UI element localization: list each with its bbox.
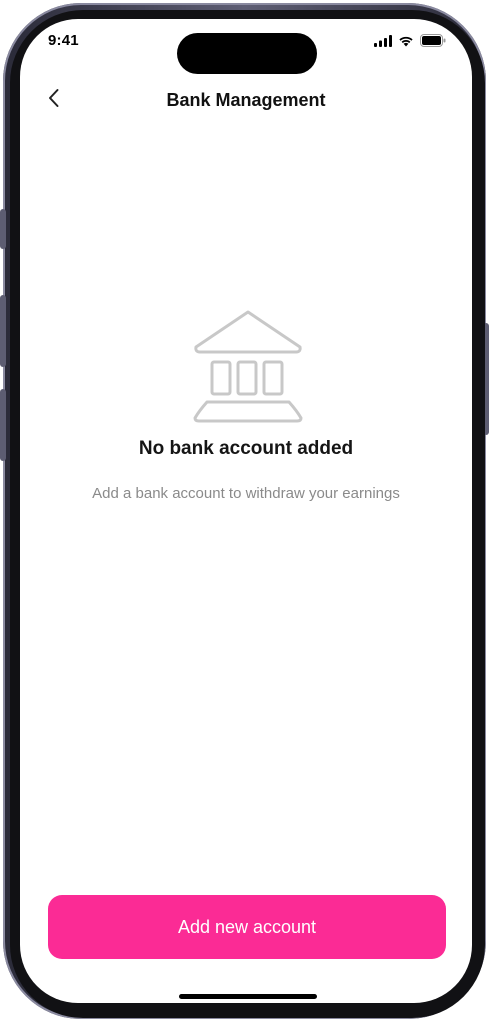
page-title: Bank Management bbox=[166, 90, 326, 110]
empty-state-subtitle: Add a bank account to withdraw your earn… bbox=[92, 485, 400, 502]
volume-down-button bbox=[0, 389, 6, 461]
add-new-account-button[interactable]: Add new account bbox=[48, 895, 446, 959]
dynamic-island bbox=[177, 33, 317, 74]
status-icons bbox=[374, 34, 446, 52]
action-button bbox=[0, 209, 6, 249]
empty-state-title: No bank account added bbox=[138, 438, 354, 459]
home-indicator bbox=[179, 994, 317, 999]
wifi-icon bbox=[398, 34, 414, 52]
bank-icon bbox=[191, 309, 305, 429]
battery-icon bbox=[420, 34, 446, 52]
status-time: 9:41 bbox=[48, 32, 79, 49]
volume-up-button bbox=[0, 295, 6, 367]
phone-screen: 9:41 Bank Management No bank account add… bbox=[20, 19, 472, 1003]
signal-icon bbox=[374, 34, 392, 52]
